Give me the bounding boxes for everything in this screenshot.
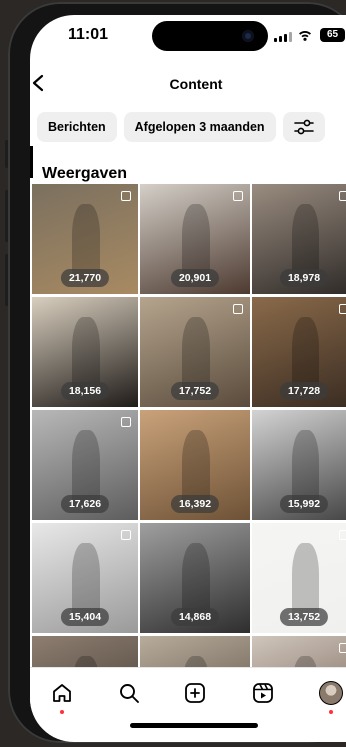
home-indicator[interactable] bbox=[130, 723, 258, 728]
bottom-tab-bar bbox=[30, 667, 346, 742]
home-notification-dot bbox=[60, 710, 64, 714]
post-thumbnail[interactable]: 16,392 bbox=[140, 410, 250, 520]
view-count: 17,728 bbox=[279, 382, 329, 400]
post-thumbnail[interactable]: 17,752 bbox=[140, 297, 250, 407]
carousel-icon bbox=[339, 191, 346, 201]
wifi-icon bbox=[299, 31, 311, 41]
screen: 11:01 65 Content Berichten Afgelopen 3 m… bbox=[30, 15, 346, 742]
view-count: 15,404 bbox=[60, 608, 110, 626]
status-time: 11:01 bbox=[68, 26, 109, 43]
post-thumbnail[interactable]: 17,626 bbox=[32, 410, 138, 520]
post-thumbnail[interactable]: 20,901 bbox=[140, 184, 250, 294]
profile-avatar[interactable] bbox=[319, 681, 343, 705]
carousel-icon bbox=[121, 417, 131, 427]
home-icon[interactable] bbox=[50, 681, 74, 705]
view-count: 21,770 bbox=[60, 269, 110, 287]
phone-frame: 11:01 65 Content Berichten Afgelopen 3 m… bbox=[8, 2, 346, 743]
post-thumbnail[interactable]: 18,978 bbox=[252, 184, 346, 294]
divider bbox=[30, 146, 33, 178]
page-title: Content bbox=[169, 76, 223, 92]
view-count: 18,978 bbox=[279, 269, 329, 287]
filter-settings-button[interactable] bbox=[282, 112, 325, 142]
carousel-icon bbox=[339, 530, 346, 540]
filter-date-range[interactable]: Afgelopen 3 maanden bbox=[123, 112, 276, 142]
search-icon[interactable] bbox=[117, 681, 141, 705]
reels-icon[interactable] bbox=[251, 681, 275, 705]
carousel-icon bbox=[121, 530, 131, 540]
carousel-icon bbox=[339, 304, 346, 314]
view-count: 13,752 bbox=[279, 608, 329, 626]
post-thumbnail[interactable]: 15,404 bbox=[32, 523, 138, 633]
post-grid: 21,770 20,901 18,978 18,156 17,752 17,728 17,6… bbox=[32, 184, 346, 742]
status-bar: 11:01 65 bbox=[30, 15, 346, 61]
carousel-icon bbox=[339, 643, 346, 653]
view-count: 17,626 bbox=[60, 495, 110, 513]
dynamic-island bbox=[152, 21, 268, 51]
view-count: 15,992 bbox=[279, 495, 329, 513]
view-count: 16,392 bbox=[170, 495, 220, 513]
sliders-icon bbox=[293, 119, 314, 135]
carousel-icon bbox=[121, 191, 131, 201]
view-count: 14,868 bbox=[170, 608, 220, 626]
post-thumbnail[interactable]: 13,752 bbox=[252, 523, 346, 633]
post-thumbnail[interactable]: 15,992 bbox=[252, 410, 346, 520]
post-thumbnail[interactable]: 17,728 bbox=[252, 297, 346, 407]
filter-bar: Berichten Afgelopen 3 maanden bbox=[37, 112, 325, 142]
signal-icon bbox=[274, 32, 292, 42]
view-count: 17,752 bbox=[170, 382, 220, 400]
post-thumbnail[interactable]: 21,770 bbox=[32, 184, 138, 294]
carousel-icon bbox=[233, 191, 243, 201]
post-thumbnail[interactable]: 18,156 bbox=[32, 297, 138, 407]
profile-notification-dot bbox=[329, 710, 333, 714]
view-count: 18,156 bbox=[60, 382, 110, 400]
create-icon[interactable] bbox=[183, 681, 207, 705]
section-title: Weergaven bbox=[42, 165, 128, 182]
top-nav: Content bbox=[30, 61, 346, 107]
carousel-icon bbox=[233, 304, 243, 314]
view-count: 20,901 bbox=[170, 269, 220, 287]
post-thumbnail[interactable]: 14,868 bbox=[140, 523, 250, 633]
camera-icon bbox=[242, 30, 254, 42]
battery-indicator: 65 bbox=[320, 28, 345, 42]
filter-content-type[interactable]: Berichten bbox=[37, 112, 117, 142]
